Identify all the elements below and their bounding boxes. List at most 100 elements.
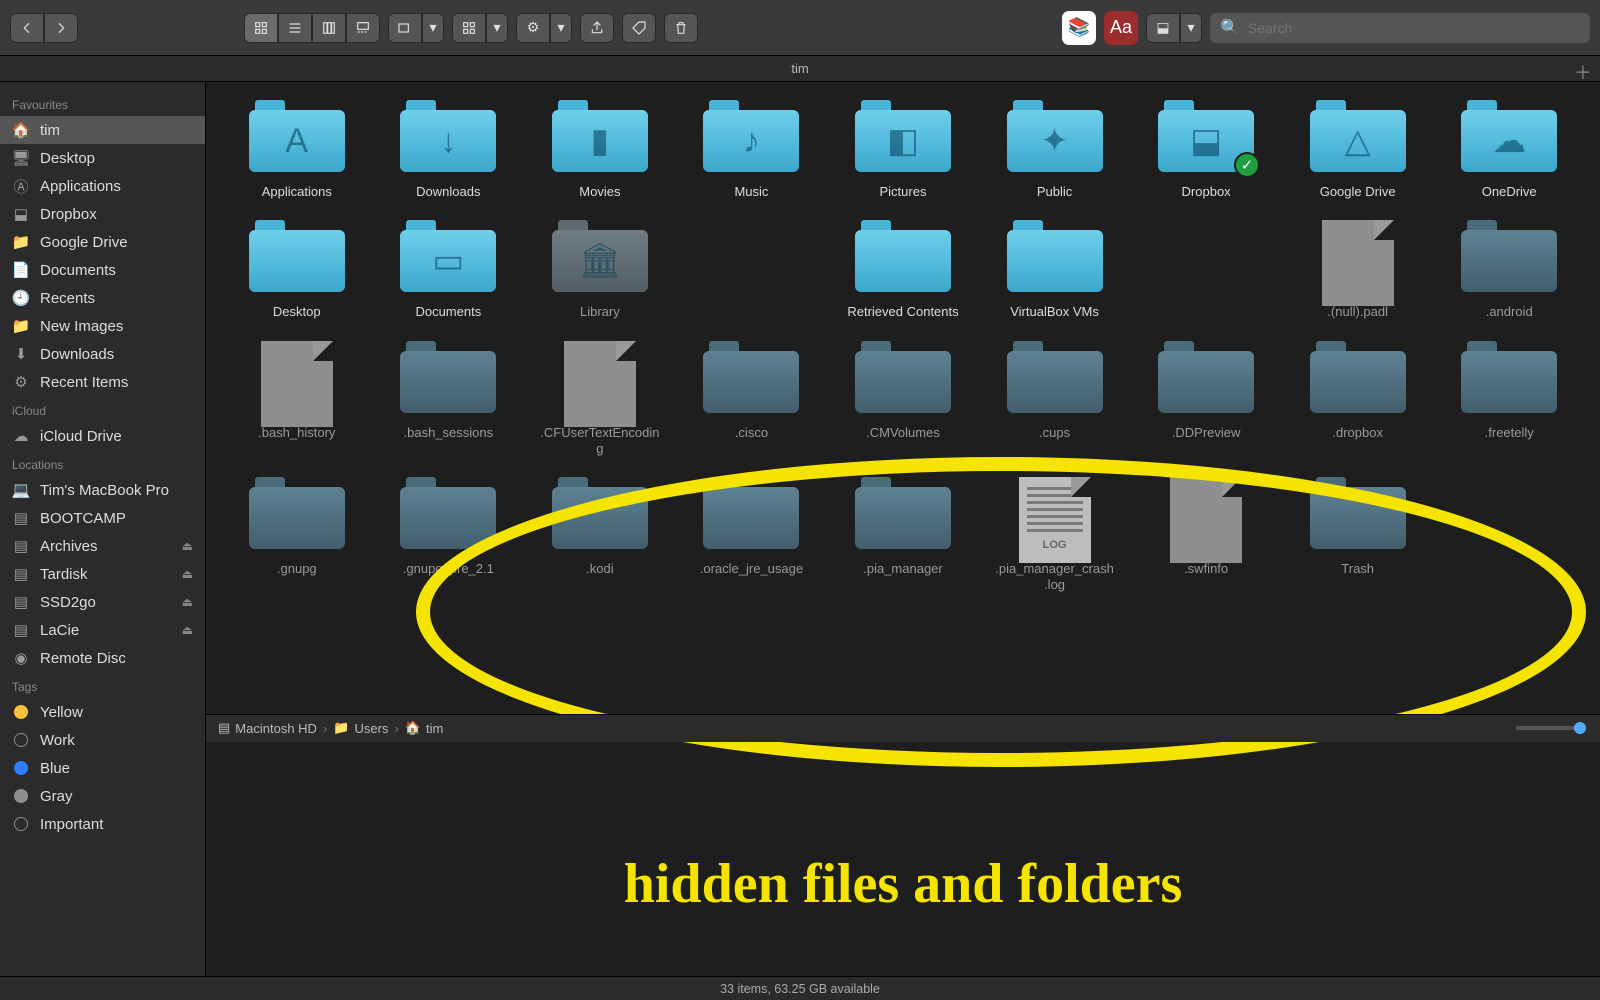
- sidebar-item[interactable]: 📄Documents: [0, 256, 205, 284]
- sidebar-item[interactable]: Blue: [0, 754, 205, 782]
- eject-icon[interactable]: ⏏: [182, 623, 193, 637]
- window-title: tim: [791, 61, 808, 76]
- delete-button[interactable]: [664, 13, 698, 43]
- file-item[interactable]: .bash_sessions: [378, 341, 520, 458]
- gallery-view-button[interactable]: [346, 13, 380, 43]
- app-icon-dictionary[interactable]: Aa: [1104, 11, 1138, 45]
- laptop-icon: 💻: [12, 481, 30, 499]
- home-icon: 🏠: [405, 720, 421, 736]
- sidebar-item[interactable]: ⒶApplications: [0, 172, 205, 200]
- file-item[interactable]: ◧Pictures: [832, 100, 974, 200]
- eject-icon[interactable]: ⏏: [182, 567, 193, 581]
- column-view-button[interactable]: [312, 13, 346, 43]
- icon-view-button[interactable]: [244, 13, 278, 43]
- folder-icon: ◧: [855, 100, 951, 176]
- file-item[interactable]: ▮Movies: [529, 100, 671, 200]
- file-item[interactable]: .dropbox: [1287, 341, 1429, 458]
- sidebar-item-label: Yellow: [40, 704, 83, 721]
- folder-icon: [249, 220, 345, 296]
- action-menu-button[interactable]: ▾: [550, 13, 572, 43]
- forward-button[interactable]: [44, 13, 78, 43]
- eject-icon[interactable]: ⏏: [182, 595, 193, 609]
- eject-icon[interactable]: ⏏: [182, 539, 193, 553]
- file-item[interactable]: VirtualBox VMs: [984, 220, 1126, 320]
- search-field[interactable]: 🔍: [1210, 13, 1590, 43]
- app-icon-1[interactable]: 📚: [1062, 11, 1096, 45]
- path-crumb[interactable]: ▤Macintosh HD: [218, 720, 317, 736]
- sidebar-item[interactable]: ▤LaCie⏏: [0, 616, 205, 644]
- search-input[interactable]: [1248, 20, 1580, 36]
- file-item[interactable]: ⬓✓Dropbox: [1135, 100, 1277, 200]
- arrange-button[interactable]: [388, 13, 422, 43]
- file-item[interactable]: .android: [1438, 220, 1580, 320]
- sidebar-item[interactable]: 💻Tim's MacBook Pro: [0, 476, 205, 504]
- sidebar-item[interactable]: ▤Archives⏏: [0, 532, 205, 560]
- file-item[interactable]: .bash_history: [226, 341, 368, 458]
- sidebar-item[interactable]: ☁iCloud Drive: [0, 422, 205, 450]
- file-item[interactable]: △Google Drive: [1287, 100, 1429, 200]
- file-item[interactable]: Retrieved Contents: [832, 220, 974, 320]
- sidebar-item[interactable]: Yellow: [0, 698, 205, 726]
- file-item[interactable]: .pia_manager: [832, 477, 974, 594]
- sidebar-item[interactable]: Important: [0, 810, 205, 838]
- file-item[interactable]: ✦Public: [984, 100, 1126, 200]
- sidebar-item[interactable]: 🏠tim: [0, 116, 205, 144]
- file-item[interactable]: .(null).padl: [1287, 220, 1429, 320]
- path-crumb-label: Users: [354, 721, 388, 736]
- file-item[interactable]: .oracle_jre_usage: [681, 477, 823, 594]
- share-button[interactable]: [580, 13, 614, 43]
- file-item[interactable]: ♪Music: [681, 100, 823, 200]
- sidebar-item[interactable]: ▤Tardisk⏏: [0, 560, 205, 588]
- file-item[interactable]: ↓Downloads: [378, 100, 520, 200]
- sidebar-item[interactable]: Gray: [0, 782, 205, 810]
- disk-icon: ▤: [12, 593, 30, 611]
- sidebar-item[interactable]: ◉Remote Disc: [0, 644, 205, 672]
- file-item[interactable]: 🏛Library: [529, 220, 671, 320]
- folder-icon: [855, 341, 951, 417]
- file-item[interactable]: Trash: [1287, 477, 1429, 594]
- tag-button[interactable]: [622, 13, 656, 43]
- zoom-slider[interactable]: [1516, 726, 1586, 730]
- file-item[interactable]: .kodi: [529, 477, 671, 594]
- sidebar-item[interactable]: 🕘Recents: [0, 284, 205, 312]
- file-item[interactable]: .gnupg_pre_2.1: [378, 477, 520, 594]
- file-item[interactable]: AApplications: [226, 100, 368, 200]
- arrange-menu-button[interactable]: ▾: [422, 13, 444, 43]
- tag-icon: [12, 759, 30, 777]
- sidebar-item[interactable]: ▤SSD2go⏏: [0, 588, 205, 616]
- group-button[interactable]: [452, 13, 486, 43]
- folder-icon: [1461, 341, 1557, 417]
- sidebar-item[interactable]: ⬇Downloads: [0, 340, 205, 368]
- tag-icon: [12, 787, 30, 805]
- sidebar-item[interactable]: 📁Google Drive: [0, 228, 205, 256]
- group-menu-button[interactable]: ▾: [486, 13, 508, 43]
- window-titlebar: tim ＋: [0, 56, 1600, 82]
- path-crumb[interactable]: 🏠tim: [405, 720, 444, 736]
- file-item[interactable]: .CMVolumes: [832, 341, 974, 458]
- sidebar-item[interactable]: ⚙Recent Items: [0, 368, 205, 396]
- file-item[interactable]: .freetelly: [1438, 341, 1580, 458]
- file-item[interactable]: Desktop: [226, 220, 368, 320]
- file-item[interactable]: .gnupg: [226, 477, 368, 594]
- file-item-label: .dropbox: [1332, 425, 1383, 441]
- file-item[interactable]: ☁OneDrive: [1438, 100, 1580, 200]
- action-button[interactable]: ⚙: [516, 13, 550, 43]
- file-item-label: .gnupg: [277, 561, 317, 577]
- sidebar-item[interactable]: ▤BOOTCAMP: [0, 504, 205, 532]
- file-item[interactable]: .CFUserTextEncoding: [529, 341, 671, 458]
- file-item[interactable]: .cisco: [681, 341, 823, 458]
- dropbox-toolbar-button[interactable]: ⬓: [1146, 13, 1180, 43]
- file-item[interactable]: .DDPreview: [1135, 341, 1277, 458]
- dropbox-menu-button[interactable]: ▾: [1180, 13, 1202, 43]
- file-item[interactable]: ▭Documents: [378, 220, 520, 320]
- sidebar-item[interactable]: ⬓Dropbox: [0, 200, 205, 228]
- list-view-button[interactable]: [278, 13, 312, 43]
- file-item[interactable]: .cups: [984, 341, 1126, 458]
- back-button[interactable]: [10, 13, 44, 43]
- sidebar-item[interactable]: 📁New Images: [0, 312, 205, 340]
- file-item[interactable]: .swfinfo: [1135, 477, 1277, 594]
- path-crumb[interactable]: 📁Users: [333, 720, 388, 736]
- file-item[interactable]: LOG.pia_manager_crash.log: [984, 477, 1126, 594]
- sidebar-item[interactable]: Work: [0, 726, 205, 754]
- sidebar-item[interactable]: 🖥Desktop: [0, 144, 205, 172]
